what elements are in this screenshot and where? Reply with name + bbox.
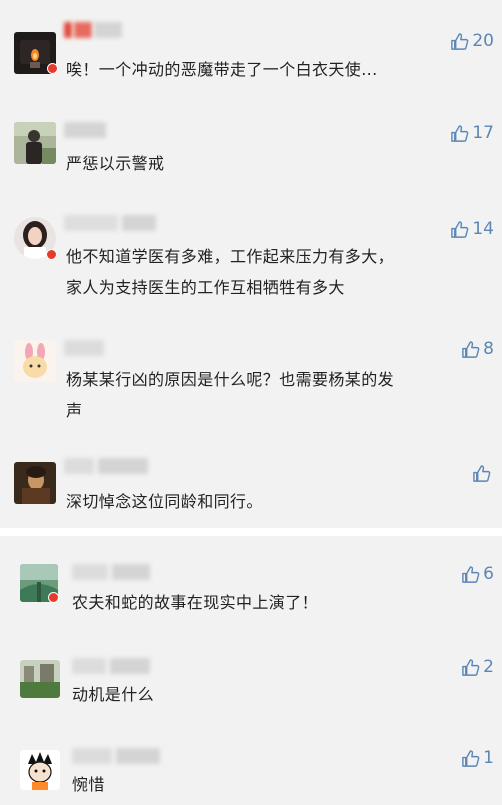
blurred-nickname[interactable]	[64, 22, 124, 38]
verified-badge	[47, 63, 58, 74]
thumbs-up-icon	[451, 124, 469, 142]
avatar[interactable]	[14, 462, 56, 504]
verified-badge	[46, 249, 57, 260]
comment-item: 20 唉！一个冲动的恶魔带走了一个白衣天使...	[0, 14, 502, 84]
blurred-nickname[interactable]	[72, 658, 150, 674]
like-button[interactable]: 14	[450, 219, 494, 239]
like-count: 1	[483, 748, 494, 768]
like-count: 6	[483, 564, 494, 584]
thumbs-up-icon	[451, 32, 469, 50]
blurred-nickname[interactable]	[64, 458, 148, 474]
comment-text: 惋惜	[72, 775, 105, 794]
blurred-nickname[interactable]	[64, 122, 108, 138]
avatar[interactable]	[14, 340, 56, 382]
like-button[interactable]: 17	[450, 123, 494, 143]
thumbs-up-icon	[462, 658, 480, 676]
like-count: 17	[472, 123, 494, 143]
blurred-nickname[interactable]	[64, 215, 156, 231]
like-button[interactable]: 2	[461, 657, 494, 677]
comment-text: 严惩以示警戒	[66, 154, 165, 173]
comment-item: 14 他不知道学医有多难，工作起来压力有多大， 家人为支持医生的工作互相牺牲有多…	[0, 205, 502, 305]
comment-list-top: 20 唉！一个冲动的恶魔带走了一个白衣天使... 17 严惩以示警戒 14 他不…	[0, 0, 502, 528]
blurred-nickname[interactable]	[72, 564, 150, 580]
section-divider	[0, 528, 502, 536]
comment-item: 1 惋惜	[0, 736, 502, 805]
comment-item: 8 杨某某行凶的原因是什么呢？也需要杨某的发 声	[0, 330, 502, 430]
comment-text: 杨某某行凶的原因是什么呢？也需要杨某的发 声	[66, 370, 395, 420]
like-button[interactable]: 20	[450, 31, 494, 51]
like-button[interactable]: 6	[461, 564, 494, 584]
comment-text: 深切悼念这位同龄和同行。	[66, 492, 263, 511]
avatar[interactable]	[20, 750, 60, 790]
like-count: 20	[472, 31, 494, 51]
avatar-image	[20, 750, 60, 790]
comment-text: 他不知道学医有多难，工作起来压力有多大， 家人为支持医生的工作互相牺牲有多大	[66, 247, 395, 297]
avatar[interactable]	[14, 122, 56, 164]
thumbs-up-icon	[462, 565, 480, 583]
like-button[interactable]	[472, 464, 494, 483]
thumbs-up-icon	[462, 340, 480, 358]
comment-item: 深切悼念这位同龄和同行。	[0, 452, 502, 522]
avatar[interactable]	[20, 660, 60, 698]
like-button[interactable]: 1	[461, 748, 494, 768]
avatar-image	[20, 660, 60, 698]
blurred-nickname[interactable]	[64, 340, 108, 356]
comment-item: 6 农夫和蛇的故事在现实中上演了！	[0, 556, 502, 626]
thumbs-up-icon	[462, 749, 480, 767]
thumbs-up-icon	[473, 465, 491, 482]
comment-text: 农夫和蛇的故事在现实中上演了！	[72, 593, 319, 612]
comment-text: 动机是什么	[72, 685, 155, 704]
blurred-nickname[interactable]	[72, 748, 160, 764]
like-count: 8	[483, 339, 494, 359]
thumbs-up-icon	[451, 220, 469, 238]
comment-list-bottom: 6 农夫和蛇的故事在现实中上演了！ 2 动机是什么 1 惋惜	[0, 536, 502, 805]
comment-item: 17 严惩以示警戒	[0, 110, 502, 180]
like-count: 14	[472, 219, 494, 239]
comment-item: 2 动机是什么	[0, 648, 502, 718]
avatar-image	[14, 122, 56, 164]
like-button[interactable]: 8	[461, 339, 494, 359]
comment-text: 唉！一个冲动的恶魔带走了一个白衣天使...	[66, 60, 378, 79]
avatar-image	[14, 462, 56, 504]
verified-badge	[48, 592, 59, 603]
like-count: 2	[483, 657, 494, 677]
avatar-image	[14, 340, 56, 382]
